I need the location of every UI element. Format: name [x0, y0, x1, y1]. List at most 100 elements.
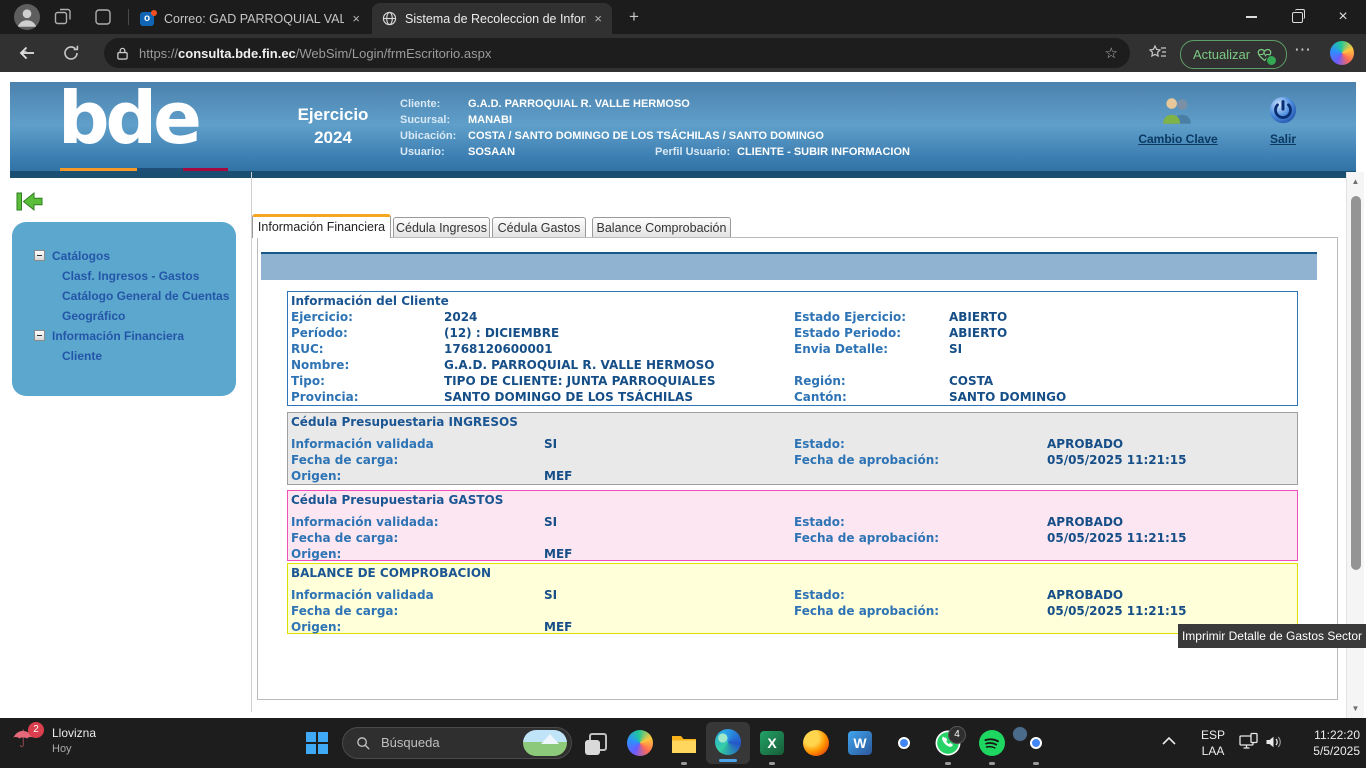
url-text: https://consulta.bde.fin.ec/WebSim/Login… — [139, 46, 1095, 61]
header-row-cliente: Cliente:G.A.D. PARROQUIAL R. VALLE HERMO… — [400, 98, 1180, 112]
tab-separator — [128, 9, 129, 25]
tab-title: Correo: GAD PARROQUIAL VALLE — [164, 12, 344, 26]
new-tab-button[interactable]: + — [622, 5, 646, 29]
tab-informacion-financiera[interactable]: Información Financiera — [252, 214, 391, 238]
tray-date: 5/5/2025 — [1288, 743, 1360, 759]
search-highlight-image[interactable] — [523, 730, 567, 756]
menu-tree: Catálogos Clasf. Ingresos - Gastos Catál… — [12, 246, 236, 366]
copilot-icon[interactable] — [1330, 41, 1354, 65]
section-row: Información validadaSIEstado:APROBADO — [291, 587, 1294, 603]
favorite-star-icon[interactable]: ☆ — [1105, 44, 1118, 62]
scrollbar-thumb[interactable] — [1351, 196, 1361, 570]
scroll-up-icon[interactable]: ▲ — [1347, 177, 1364, 186]
weather-badge: 2 — [28, 722, 44, 738]
minimize-button[interactable] — [1228, 0, 1274, 34]
browser-profile-avatar[interactable] — [14, 4, 40, 30]
tab-cedula-gastos[interactable]: Cédula Gastos — [492, 217, 586, 238]
client-info-title: Información del Cliente — [291, 294, 1294, 309]
content-divider — [251, 172, 252, 712]
collapse-node-icon[interactable] — [34, 250, 45, 261]
workspaces-icon[interactable] — [54, 8, 72, 26]
edge-taskbar-button[interactable] — [706, 722, 750, 764]
search-placeholder: Búsqueda — [381, 735, 440, 750]
language-indicator[interactable]: ESPLAA — [1196, 727, 1230, 759]
section-row: Origen:MEF — [291, 546, 1294, 562]
section-title: Cédula Presupuestaria GASTOS — [291, 493, 1294, 508]
whatsapp-icon[interactable]: 4 — [935, 730, 961, 756]
refresh-icon[interactable] — [62, 44, 80, 62]
volume-icon[interactable] — [1264, 733, 1284, 751]
browser-tabstrip: o Correo: GAD PARROQUIAL VALLE × Sistema… — [0, 0, 1366, 34]
running-indicator — [681, 762, 687, 765]
client-info-box: Información del Cliente Ejercicio:2024Es… — [287, 291, 1298, 406]
running-indicator — [989, 762, 995, 765]
sidebar-item-informacion-financiera[interactable]: Información Financiera — [12, 326, 236, 346]
sidebar-item-catalogo-general-cuentas[interactable]: Catálogo General de Cuentas — [12, 286, 236, 306]
close-window-button[interactable]: × — [1320, 0, 1366, 34]
active-indicator — [719, 759, 737, 762]
scroll-down-icon[interactable]: ▼ — [1347, 704, 1364, 713]
tab-title: Sistema de Recoleccion de Inform — [405, 12, 586, 26]
file-explorer-icon[interactable] — [671, 730, 697, 756]
spotify-icon[interactable] — [979, 730, 1005, 756]
sidebar-item-clasf-ingresos-gastos[interactable]: Clasf. Ingresos - Gastos — [12, 266, 236, 286]
sidebar-item-geografico[interactable]: Geográfico — [12, 306, 236, 326]
network-icon[interactable] — [1238, 732, 1260, 752]
users-icon[interactable] — [1160, 96, 1196, 126]
tray-chevron-up-icon[interactable] — [1162, 736, 1176, 746]
browser-menu-icon[interactable]: ⋯ — [1294, 40, 1311, 60]
sidebar-item-cliente[interactable]: Cliente — [12, 346, 236, 366]
running-indicator — [1033, 762, 1039, 765]
tab-actions-icon[interactable] — [94, 8, 112, 26]
balance-comprobacion-box: BALANCE DE COMPROBACION Información vali… — [287, 563, 1298, 634]
clock[interactable]: 11:22:20 5/5/2025 — [1288, 727, 1360, 759]
browser-tab-correo[interactable]: o Correo: GAD PARROQUIAL VALLE × — [130, 3, 370, 34]
collapse-menu-icon[interactable] — [16, 190, 43, 213]
close-tab-icon[interactable]: × — [594, 12, 602, 25]
ejercicio-title: Ejercicio2024 — [258, 104, 408, 150]
info-row: Período:(12) : DICIEMBREEstado Periodo:A… — [291, 325, 1294, 341]
running-indicator — [945, 762, 951, 765]
bde-logo: bde — [58, 76, 198, 160]
favorites-bar-icon[interactable] — [1148, 43, 1168, 63]
info-row: Ejercicio:2024Estado Ejercicio:ABIERTO — [291, 309, 1294, 325]
section-row: Información validadaSIEstado:APROBADO — [291, 436, 1294, 452]
header-row-usuario: Usuario:SOSAAN Perfil Usuario:CLIENTE - … — [400, 146, 1180, 160]
power-icon[interactable] — [1268, 95, 1298, 125]
tab-balance-comprobacion[interactable]: Balance Comprobación — [592, 217, 731, 238]
whatsapp-badge: 4 — [948, 726, 966, 744]
outlook-icon: o — [140, 11, 156, 27]
browser-tab-sistema[interactable]: Sistema de Recoleccion de Inform × — [372, 3, 612, 34]
info-row: Provincia:SANTO DOMINGO DE LOS TSÁCHILAS… — [291, 389, 1294, 405]
windows-start-icon[interactable] — [306, 732, 328, 754]
section-title: BALANCE DE COMPROBACION — [291, 566, 1294, 581]
cambio-clave-link[interactable]: Cambio Clave — [1123, 132, 1233, 146]
actualizar-label: Actualizar — [1193, 47, 1250, 62]
copilot-taskbar-icon[interactable] — [627, 730, 653, 756]
globe-icon — [382, 11, 397, 26]
close-tab-icon[interactable]: × — [352, 12, 360, 25]
section-row: Origen:MEF — [291, 619, 1294, 635]
close-icon: × — [1338, 9, 1347, 25]
task-view-icon[interactable] — [585, 733, 607, 755]
page-body: bde Ejercicio2024 Cliente:G.A.D. PARROQU… — [0, 72, 1366, 718]
word-icon[interactable]: W — [848, 731, 872, 755]
taskbar-search[interactable]: Búsqueda — [342, 727, 572, 759]
bde-logo-underline — [60, 168, 228, 172]
tab-cedula-ingresos[interactable]: Cédula Ingresos — [393, 217, 490, 238]
browser-toolbar: https://consulta.bde.fin.ec/WebSim/Login… — [0, 34, 1366, 72]
back-icon[interactable] — [18, 44, 36, 62]
info-row: Tipo:TIPO DE CLIENTE: JUNTA PARROQUIALES… — [291, 373, 1294, 389]
sidebar-item-catalogos[interactable]: Catálogos — [12, 246, 236, 266]
firefox-icon[interactable] — [803, 730, 829, 756]
restore-button[interactable] — [1274, 0, 1320, 34]
section-row: Fecha de carga:Fecha de aprobación:05/05… — [291, 452, 1294, 468]
info-row: RUC:1768120600001Envia Detalle:SI — [291, 341, 1294, 357]
excel-icon[interactable]: X — [760, 731, 784, 755]
collapse-node-icon[interactable] — [34, 330, 45, 341]
url-bar[interactable]: https://consulta.bde.fin.ec/WebSim/Login… — [104, 38, 1130, 68]
salir-link[interactable]: Salir — [1228, 132, 1338, 146]
actualizar-button[interactable]: Actualizar — [1180, 40, 1287, 69]
screen: o Correo: GAD PARROQUIAL VALLE × Sistema… — [0, 0, 1366, 768]
section-row: Fecha de carga:Fecha de aprobación:05/05… — [291, 530, 1294, 546]
